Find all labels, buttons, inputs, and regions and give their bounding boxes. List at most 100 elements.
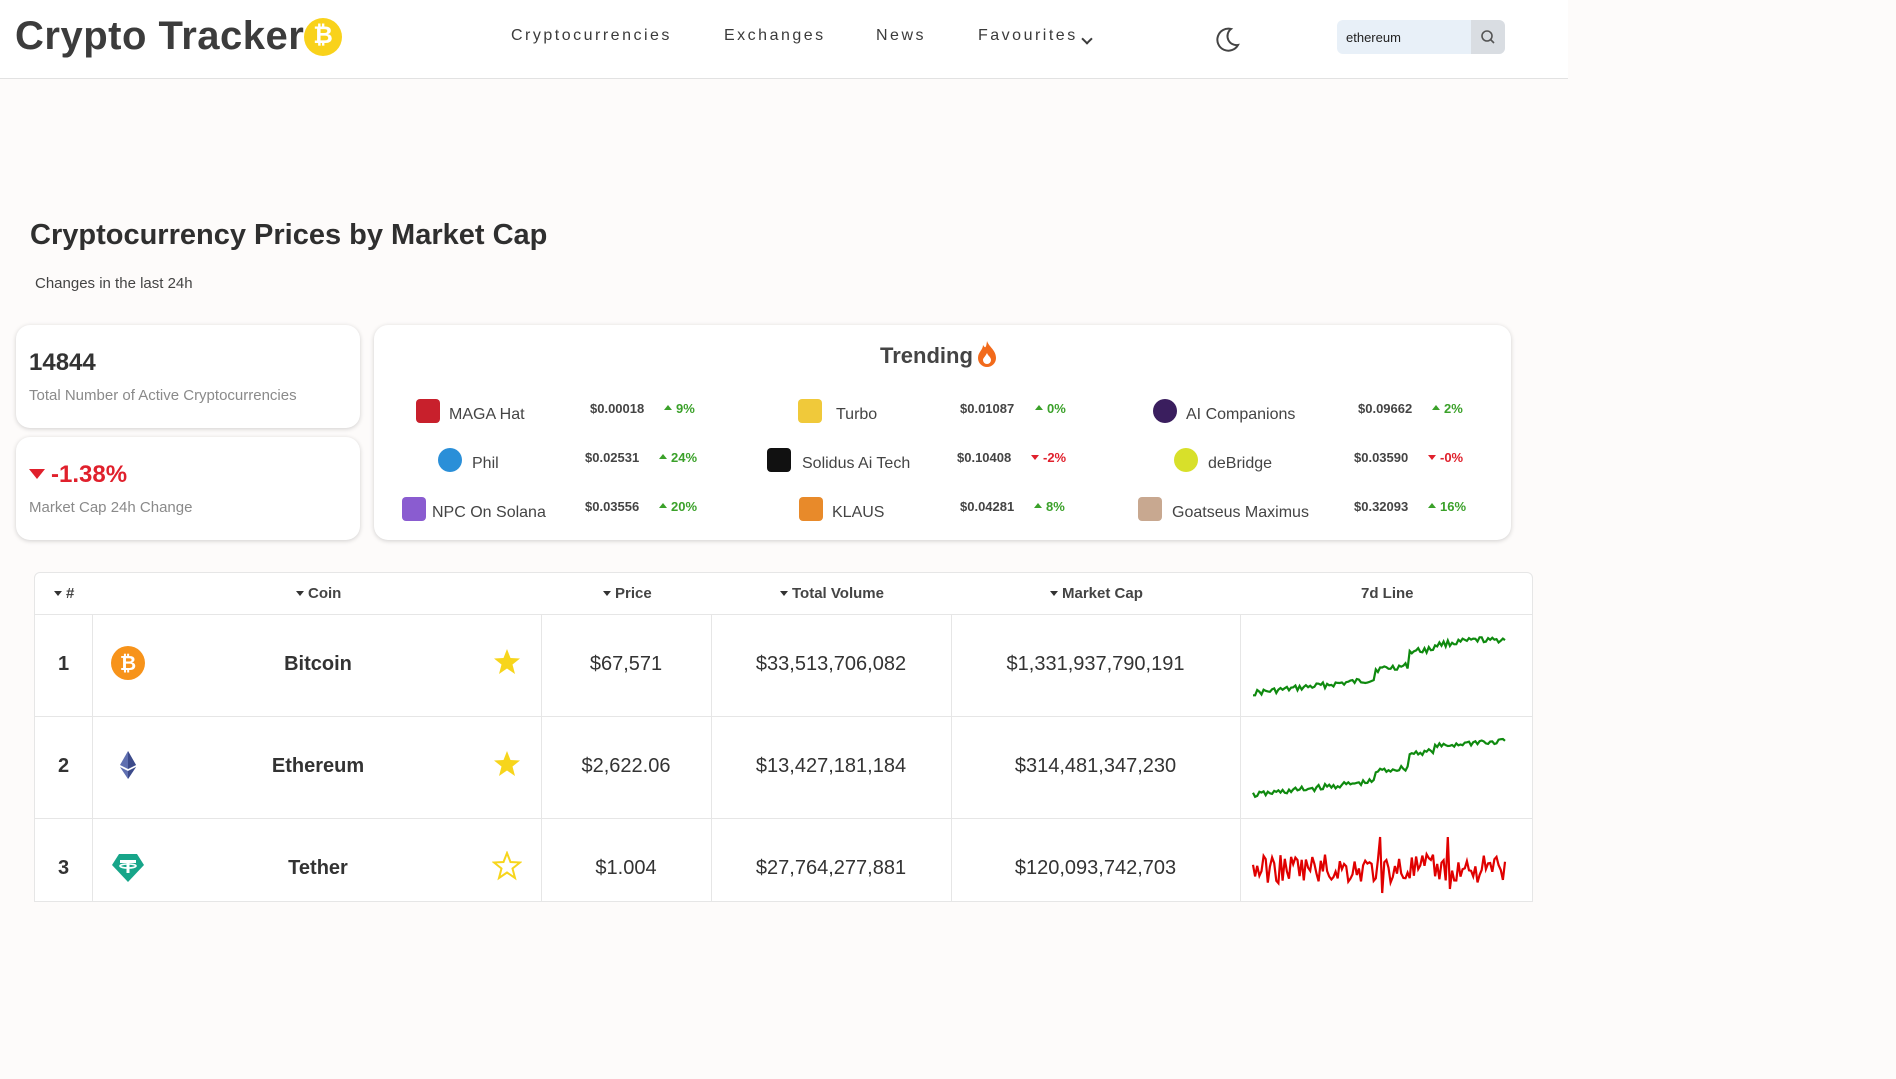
nav-cryptocurrencies[interactable]: Cryptocurrencies <box>511 27 672 45</box>
volume-cell: $13,427,181,184 <box>755 755 907 777</box>
trending-item-change: 16% <box>1440 499 1467 514</box>
nav-favourites[interactable]: Favourites <box>978 27 1078 45</box>
trending-item-change-badge: 2% <box>1432 401 1463 416</box>
trending-item-change: 24% <box>671 450 698 465</box>
header-rank-label: # <box>66 585 75 602</box>
coin-name-cell: Tether <box>288 857 348 879</box>
star-filled-icon[interactable] <box>492 749 522 779</box>
rank-cell: 1 <box>57 653 70 675</box>
price-cell: $1.004 <box>595 857 657 879</box>
sparkline-7d <box>1253 636 1506 697</box>
dark-mode-moon-icon[interactable] <box>1214 25 1242 53</box>
trending-item-change-badge: 20% <box>659 499 697 514</box>
coins-table: # Coin Price Total Volume Market Cap 7d … <box>34 572 1533 902</box>
table-row[interactable]: 1 ₿ Bitcoin $67,571 $33,513,706,082 $1,331,93… <box>35 615 1532 717</box>
npc-on-solana-icon <box>402 497 426 521</box>
nav-news[interactable]: News <box>876 27 926 45</box>
search-icon <box>1481 30 1495 44</box>
phil-icon <box>438 448 462 472</box>
trending-item-change: 8% <box>1046 499 1065 514</box>
turbo-icon <box>798 399 822 423</box>
up-arrow-icon <box>659 454 667 460</box>
sort-caret-icon <box>54 590 62 596</box>
header-coin[interactable]: Coin <box>296 585 341 602</box>
trending-item-change: 20% <box>671 499 698 514</box>
table-row[interactable]: 2 Ethereum $2,622.06 $13,427,181,184 $314,48… <box>35 717 1532 819</box>
bitcoin-logo-icon: ₿ <box>304 18 342 56</box>
trending-item-price: $0.32093 <box>1354 499 1409 514</box>
coin-name-cell: Bitcoin <box>284 653 352 675</box>
sparkline-7d <box>1252 737 1506 799</box>
market-cap-change-value: -1.38% <box>29 461 127 489</box>
trending-item-name: Solidus Ai Tech <box>802 455 911 472</box>
sort-caret-icon <box>1050 590 1058 596</box>
header-rank[interactable]: # <box>54 585 74 602</box>
up-arrow-icon <box>1432 405 1440 411</box>
tether-icon <box>112 854 144 882</box>
up-arrow-icon <box>659 503 667 509</box>
header-price[interactable]: Price <box>603 585 652 602</box>
active-crypto-label: Total Number of Active Cryptocurrencies <box>29 387 297 404</box>
ai-companions-icon <box>1153 399 1177 423</box>
up-arrow-icon <box>1035 405 1043 411</box>
sparkline-7d <box>1251 836 1507 894</box>
down-arrow-icon <box>1031 455 1039 461</box>
trending-item-price: $0.10408 <box>957 450 1012 465</box>
trending-item-change-badge: -2% <box>1031 450 1066 465</box>
debridge-icon <box>1174 448 1198 472</box>
market-cap-change-label: Market Cap 24h Change <box>29 499 193 516</box>
down-arrow-icon <box>1428 455 1436 461</box>
star-outline-icon[interactable] <box>492 851 522 881</box>
header-market-cap[interactable]: Market Cap <box>1050 585 1143 602</box>
trending-item-price: $0.01087 <box>960 401 1015 416</box>
solidus-ai-tech-icon <box>767 448 791 472</box>
goatseus-maximus-icon <box>1138 497 1162 521</box>
trending-item-name: Phil <box>472 455 499 472</box>
star-filled-icon[interactable] <box>492 647 522 677</box>
trending-item-price: $0.04281 <box>960 499 1015 514</box>
search-input[interactable] <box>1337 20 1471 54</box>
sort-caret-icon <box>296 590 304 596</box>
trending-item-name: KLAUS <box>832 504 885 521</box>
chevron-down-icon[interactable] <box>1081 33 1093 45</box>
header-total-volume[interactable]: Total Volume <box>780 585 884 602</box>
trending-item-change: 2% <box>1444 401 1463 416</box>
trending-title: Trending <box>880 343 973 368</box>
column-divider <box>1240 819 1241 901</box>
market-cap-cell: $314,481,347,230 <box>1014 755 1177 777</box>
trending-item-name: NPC On Solana <box>432 504 546 521</box>
search-button[interactable] <box>1471 20 1505 54</box>
sparkline-path <box>1252 737 1506 799</box>
market-cap-change-text: -1.38% <box>51 461 128 488</box>
trending-item-price: $0.02531 <box>585 450 640 465</box>
logo-coin-symbol: ₿ <box>313 22 333 49</box>
up-arrow-icon <box>664 405 672 411</box>
price-cell: $2,622.06 <box>581 755 671 777</box>
top-navbar: Crypto Tracker ₿ Cryptocurrencies Exchan… <box>0 0 1568 79</box>
trending-item-name: Turbo <box>836 406 878 423</box>
klaus-icon <box>799 497 823 521</box>
nav-exchanges[interactable]: Exchanges <box>724 27 826 45</box>
column-divider <box>1240 717 1241 819</box>
trending-item-price: $0.09662 <box>1358 401 1413 416</box>
volume-cell: $33,513,706,082 <box>755 653 907 675</box>
trending-item-name: AI Companions <box>1186 406 1296 423</box>
header-price-label: Price <box>615 585 652 602</box>
rank-cell: 2 <box>57 755 70 777</box>
up-arrow-icon <box>1034 503 1042 509</box>
app-logo-text[interactable]: Crypto Tracker <box>15 14 304 59</box>
page-title: Cryptocurrency Prices by Market Cap <box>30 219 548 251</box>
trending-item-change: 9% <box>676 401 695 416</box>
sort-caret-icon <box>603 590 611 596</box>
trending-item-price: $0.00018 <box>590 401 645 416</box>
trending-item-change: 0% <box>1047 401 1066 416</box>
coin-name-cell: Ethereum <box>271 755 365 777</box>
sort-caret-icon <box>780 590 788 596</box>
trending-item-name: Goatseus Maximus <box>1172 504 1309 521</box>
table-row[interactable]: 3 Tether $1.004 $27,764,277,881 $120,093,742… <box>35 819 1532 901</box>
trending-card: Trending MAGA Hat $0.00018 9% Turbo $0.01087… <box>374 325 1511 540</box>
maga-hat-icon <box>416 399 440 423</box>
trending-item-change-badge: 8% <box>1034 499 1065 514</box>
header-volume-label: Total Volume <box>792 585 884 602</box>
search-box <box>1337 20 1505 54</box>
